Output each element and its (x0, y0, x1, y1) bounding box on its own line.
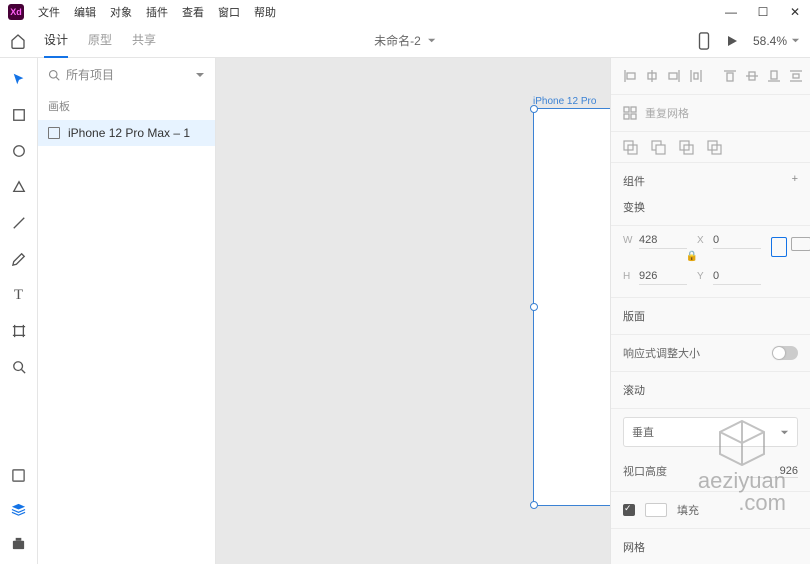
menu-object[interactable]: 对象 (110, 4, 132, 20)
x-input[interactable] (713, 232, 761, 249)
home-icon[interactable] (10, 33, 30, 49)
align-right-icon[interactable] (667, 69, 681, 83)
layers-icon[interactable] (10, 500, 28, 518)
scroll-select[interactable]: 垂直 (623, 417, 798, 447)
boolean-subtract-icon[interactable] (651, 140, 665, 154)
align-top-icon[interactable] (723, 69, 737, 83)
chevron-down-icon (791, 36, 800, 45)
fill-label: 填充 (677, 502, 699, 518)
chevron-down-icon (427, 36, 436, 45)
align-center-h-icon[interactable] (645, 69, 659, 83)
distribute-v-icon[interactable] (789, 69, 803, 83)
boolean-union-icon[interactable] (623, 140, 637, 154)
artboard-icon (48, 127, 60, 139)
window-maximize[interactable]: ☐ (756, 5, 770, 19)
add-component-button[interactable]: + (792, 173, 798, 189)
layers-filter[interactable]: 所有项目 (66, 66, 114, 83)
zoom-control[interactable]: 58.4% (753, 34, 800, 48)
repeat-grid-button[interactable]: 重复网格 (645, 105, 689, 121)
menu-edit[interactable]: 编辑 (74, 4, 96, 20)
repeat-grid-icon (623, 106, 637, 120)
viewport-height-label: 视口高度 (623, 463, 667, 479)
app-logo: Xd (8, 4, 24, 20)
menu-plugin[interactable]: 插件 (146, 4, 168, 20)
resize-handle[interactable] (530, 105, 538, 113)
document-title[interactable]: 未命名-2 (374, 32, 436, 49)
pen-tool[interactable] (10, 250, 28, 268)
component-section-label: 组件 (623, 173, 645, 189)
plugins-icon[interactable] (10, 534, 28, 552)
tab-design[interactable]: 设计 (44, 23, 68, 58)
text-tool[interactable]: T (10, 286, 28, 304)
responsive-toggle[interactable] (772, 346, 798, 360)
chevron-down-icon (780, 428, 789, 437)
menu-window[interactable]: 窗口 (218, 4, 240, 20)
lock-aspect-icon[interactable]: 🔒 (623, 251, 761, 262)
search-icon (48, 69, 60, 81)
menu-help[interactable]: 帮助 (254, 4, 276, 20)
layers-section-label: 画板 (38, 92, 215, 120)
viewport-height-input[interactable] (748, 465, 798, 478)
layer-item[interactable]: iPhone 12 Pro Max – 1 (38, 120, 215, 146)
polygon-tool[interactable] (10, 178, 28, 196)
menu-view[interactable]: 查看 (182, 4, 204, 20)
grid-section-label: 网格 (611, 529, 810, 564)
chevron-down-icon[interactable] (195, 70, 205, 80)
layer-item-label: iPhone 12 Pro Max – 1 (68, 126, 190, 140)
fill-swatch[interactable] (645, 503, 667, 517)
assets-icon[interactable] (10, 466, 28, 484)
artboard-tool[interactable] (10, 322, 28, 340)
align-bottom-icon[interactable] (767, 69, 781, 83)
y-input[interactable] (713, 268, 761, 285)
scroll-section-label: 滚动 (611, 372, 810, 409)
fill-checkbox[interactable] (623, 504, 635, 516)
responsive-resize-label: 响应式调整大小 (623, 345, 700, 361)
orientation-landscape[interactable] (791, 237, 810, 251)
resize-handle[interactable] (530, 501, 538, 509)
canvas[interactable]: iPhone 12 Pro Max – 1 (216, 58, 610, 564)
zoom-tool[interactable] (10, 358, 28, 376)
boolean-intersect-icon[interactable] (679, 140, 693, 154)
ellipse-tool[interactable] (10, 142, 28, 160)
distribute-h-icon[interactable] (689, 69, 703, 83)
transform-section-label: 变换 (611, 199, 810, 226)
device-preview-icon[interactable] (697, 32, 711, 50)
layout-section-label: 版面 (611, 298, 810, 335)
window-close[interactable]: ✕ (788, 5, 802, 19)
window-minimize[interactable]: — (724, 5, 738, 19)
align-middle-icon[interactable] (745, 69, 759, 83)
rectangle-tool[interactable] (10, 106, 28, 124)
align-left-icon[interactable] (623, 69, 637, 83)
width-input[interactable] (639, 232, 687, 249)
artboard[interactable] (533, 108, 610, 506)
resize-handle[interactable] (530, 303, 538, 311)
select-tool[interactable] (10, 70, 28, 88)
height-input[interactable] (639, 268, 687, 285)
menu-file[interactable]: 文件 (38, 4, 60, 20)
boolean-exclude-icon[interactable] (707, 140, 721, 154)
play-icon[interactable] (725, 34, 739, 48)
line-tool[interactable] (10, 214, 28, 232)
orientation-portrait[interactable] (771, 237, 787, 257)
tab-prototype[interactable]: 原型 (88, 23, 112, 58)
tab-share[interactable]: 共享 (132, 23, 156, 58)
